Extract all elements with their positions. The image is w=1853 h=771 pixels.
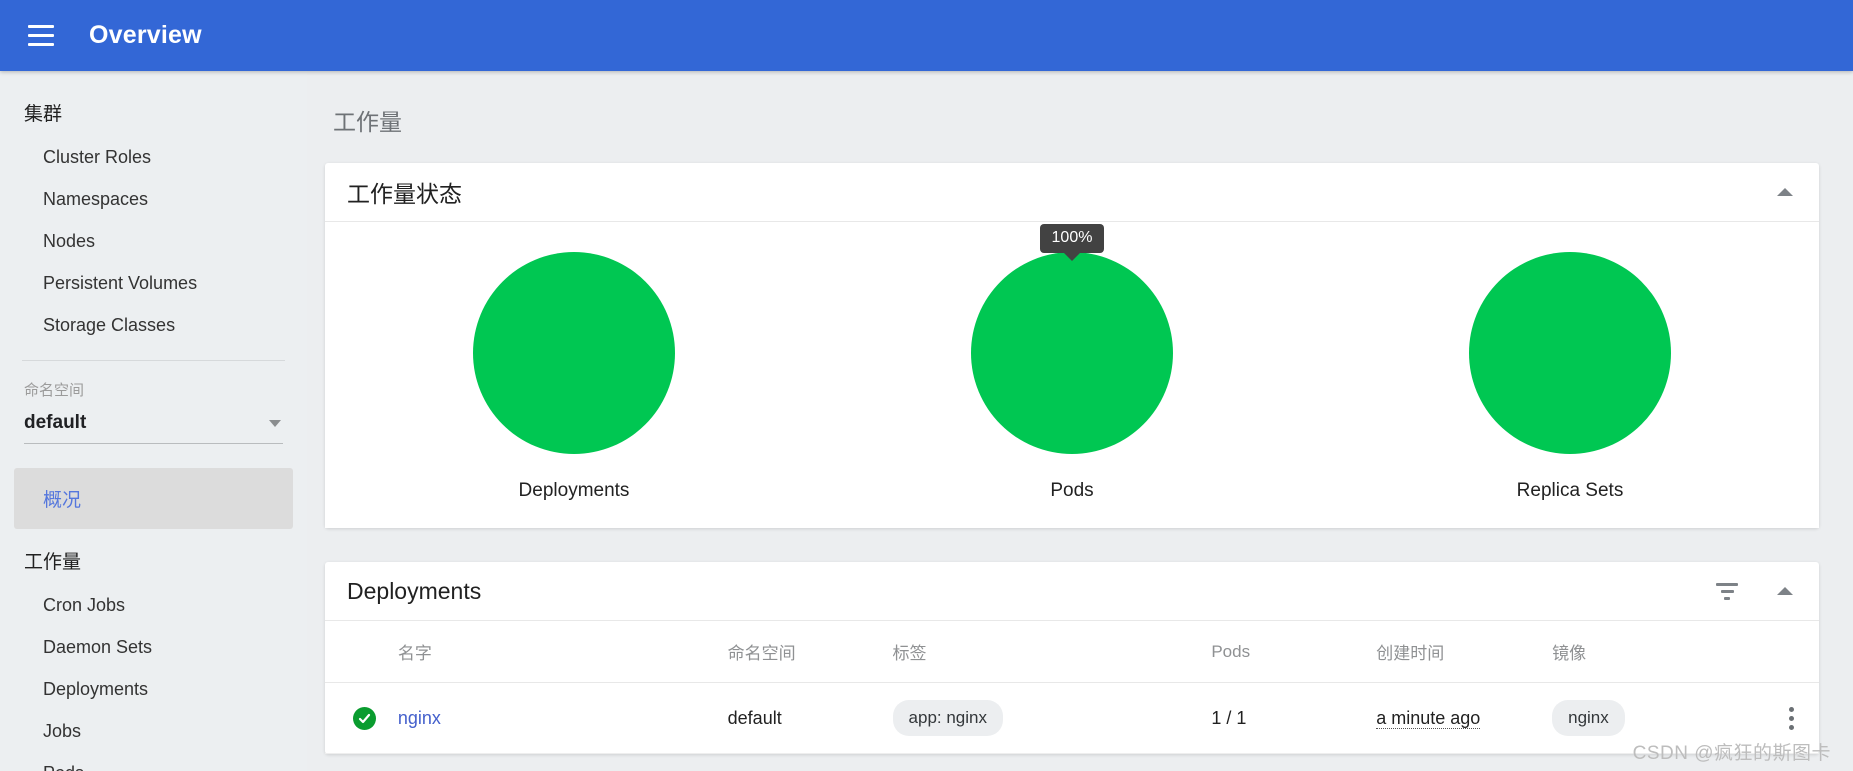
hamburger-menu-icon[interactable] bbox=[22, 17, 60, 55]
row-namespace-cell: default bbox=[719, 682, 885, 754]
created-time-text: a minute ago bbox=[1376, 707, 1481, 729]
deployment-name-link[interactable]: nginx bbox=[398, 708, 441, 728]
chevron-down-icon bbox=[269, 419, 281, 427]
workload-status-title: 工作量状态 bbox=[347, 181, 462, 207]
workload-status-card: 工作量状态 Deployments 100% Pods Replica Sets bbox=[325, 163, 1819, 528]
row-images-cell: nginx bbox=[1544, 682, 1764, 754]
sidebar-item-nodes[interactable]: Nodes bbox=[0, 220, 307, 262]
pie-chart-pods: 100% Pods bbox=[823, 224, 1321, 502]
row-labels-cell: app: nginx bbox=[884, 682, 1204, 754]
sidebar-item-daemon-sets[interactable]: Daemon Sets bbox=[0, 626, 307, 668]
workload-status-charts: Deployments 100% Pods Replica Sets bbox=[325, 222, 1819, 528]
sidebar-item-cron-jobs[interactable]: Cron Jobs bbox=[0, 584, 307, 626]
sidebar-section-workloads: 工作量 bbox=[24, 552, 82, 573]
deployments-card-header: Deployments bbox=[325, 562, 1819, 621]
page-title: 工作量 bbox=[333, 109, 402, 135]
pie-pods-tooltip: 100% bbox=[1039, 224, 1105, 253]
deployments-table-body: nginx default app: nginx 1 / 1 a minute … bbox=[325, 682, 1819, 754]
deployments-card: Deployments 名字 命名空间 标签 Pods 创建时间 镜像 ngin… bbox=[325, 562, 1819, 754]
pie-chart-replica-sets: Replica Sets bbox=[1321, 252, 1819, 502]
pie-pods-slice[interactable] bbox=[971, 252, 1173, 454]
pie-deployments-label: Deployments bbox=[518, 480, 630, 501]
app-bar: Overview bbox=[0, 0, 1853, 71]
namespace-selected-value: default bbox=[24, 412, 87, 433]
sidebar-item-cluster-roles[interactable]: Cluster Roles bbox=[0, 136, 307, 178]
workload-status-collapse-button[interactable] bbox=[1777, 188, 1793, 196]
pie-chart-deployments: Deployments bbox=[325, 252, 823, 502]
row-actions-cell bbox=[1763, 682, 1819, 754]
chevron-up-icon bbox=[1777, 587, 1793, 595]
pie-pods-label: Pods bbox=[1050, 480, 1094, 501]
column-header-pods[interactable]: Pods bbox=[1203, 621, 1369, 683]
label-chip[interactable]: app: nginx bbox=[892, 700, 1003, 736]
table-row[interactable]: nginx default app: nginx 1 / 1 a minute … bbox=[325, 682, 1819, 754]
sidebar-item-jobs[interactable]: Jobs bbox=[0, 710, 307, 752]
namespace-label: 命名空间 bbox=[24, 382, 85, 399]
column-header-actions bbox=[1763, 621, 1819, 683]
row-status-cell bbox=[325, 682, 390, 754]
sidebar-item-persistent-volumes[interactable]: Persistent Volumes bbox=[0, 262, 307, 304]
deployments-collapse-button[interactable] bbox=[1777, 587, 1793, 595]
sidebar-section-cluster: 集群 bbox=[24, 104, 63, 125]
deployments-table-head: 名字 命名空间 标签 Pods 创建时间 镜像 bbox=[325, 621, 1819, 683]
deployments-filter-button[interactable] bbox=[1715, 582, 1739, 600]
workload-status-card-header: 工作量状态 bbox=[325, 163, 1819, 222]
pie-replica-sets-slice[interactable] bbox=[1469, 252, 1671, 454]
sidebar-item-overview[interactable]: 概况 bbox=[14, 468, 293, 529]
image-chip[interactable]: nginx bbox=[1552, 700, 1625, 736]
chevron-up-icon bbox=[1777, 188, 1793, 196]
sidebar-item-storage-classes[interactable]: Storage Classes bbox=[0, 304, 307, 346]
namespace-selector-block: 命名空间 default bbox=[0, 361, 307, 444]
more-vertical-icon[interactable] bbox=[1772, 706, 1811, 730]
column-header-images[interactable]: 镜像 bbox=[1544, 621, 1764, 683]
deployments-title: Deployments bbox=[347, 577, 482, 604]
check-circle-icon bbox=[353, 706, 376, 730]
sidebar-item-pods[interactable]: Pods bbox=[0, 752, 307, 771]
sidebar: 集群 Cluster Roles Namespaces Nodes Persis… bbox=[0, 71, 307, 771]
pie-deployments-slice[interactable] bbox=[473, 252, 675, 454]
deployments-table: 名字 命名空间 标签 Pods 创建时间 镜像 nginx default ap… bbox=[325, 621, 1819, 754]
namespace-select[interactable]: default bbox=[24, 412, 283, 444]
main-content: 工作量 工作量状态 Deployments 100% Pods Replica … bbox=[307, 71, 1853, 771]
column-header-namespace[interactable]: 命名空间 bbox=[719, 621, 885, 683]
row-pods-cell: 1 / 1 bbox=[1203, 682, 1369, 754]
page-title-appbar: Overview bbox=[89, 21, 202, 49]
row-created-cell: a minute ago bbox=[1368, 682, 1545, 754]
pie-replica-sets-label: Replica Sets bbox=[1516, 480, 1624, 501]
column-header-name[interactable]: 名字 bbox=[389, 621, 720, 683]
column-header-status bbox=[325, 621, 390, 683]
column-header-labels[interactable]: 标签 bbox=[884, 621, 1204, 683]
row-name-cell: nginx bbox=[389, 682, 720, 754]
sidebar-item-deployments[interactable]: Deployments bbox=[0, 668, 307, 710]
column-header-created[interactable]: 创建时间 bbox=[1368, 621, 1545, 683]
filter-icon bbox=[1715, 582, 1739, 600]
sidebar-item-namespaces[interactable]: Namespaces bbox=[0, 178, 307, 220]
table-header-row: 名字 命名空间 标签 Pods 创建时间 镜像 bbox=[325, 621, 1819, 683]
